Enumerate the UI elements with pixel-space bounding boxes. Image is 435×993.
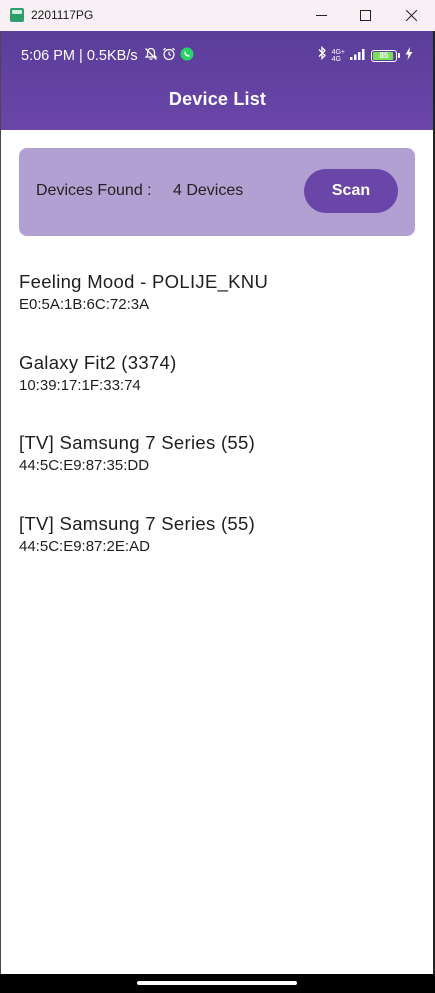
device-mac-address: 10:39:17:1F:33:74 — [19, 376, 141, 394]
app-icon — [10, 8, 24, 22]
status-bar-left: 5:06 PM | 0.5KB/s — [21, 47, 194, 65]
device-mac-address: E0:5A:1B:6C:72:3A — [19, 296, 150, 313]
device-list: Feeling Mood - POLIJE_KNU E0:5A:1B:6C:72… — [19, 270, 419, 592]
device-list-item[interactable]: [TV] Samsung 7 Series (55) 44:5C:E9:87:3… — [19, 431, 419, 512]
devices-found-count: 4 Devices — [173, 182, 244, 199]
device-name: Feeling Mood - POLIJE_KNU — [19, 271, 269, 292]
battery-icon: 85 — [371, 49, 397, 62]
alarm-icon — [162, 47, 176, 65]
device-list-item[interactable]: Feeling Mood - POLIJE_KNU E0:5A:1B:6C:72… — [19, 270, 419, 351]
battery-nub — [398, 53, 400, 58]
close-icon[interactable] — [388, 0, 434, 31]
window-frame-left — [0, 31, 1, 993]
device-list-item[interactable]: [TV] Samsung 7 Series (55) 44:5C:E9:87:2… — [19, 512, 419, 593]
device-mac-address: 44:5C:E9:87:35:DD — [19, 457, 150, 474]
page-title: Device List — [168, 89, 267, 109]
device-name: [TV] Samsung 7 Series (55) — [19, 432, 256, 453]
signal-icon — [350, 47, 366, 65]
maximize-icon[interactable] — [342, 0, 388, 31]
device-mac-address: 44:5C:E9:87:2E:AD — [19, 537, 150, 555]
battery-level: 85 — [379, 51, 389, 60]
muted-bell-icon — [144, 47, 158, 65]
window-title: 2201117PG — [31, 8, 94, 22]
scan-button[interactable]: Scan — [304, 169, 398, 213]
minimize-icon[interactable] — [298, 0, 344, 31]
device-name: [TV] Samsung 7 Series (55) — [19, 512, 256, 534]
device-list-item[interactable]: Galaxy Fit2 (3374) 10:39:17:1F:33:74 — [19, 351, 419, 432]
home-gesture-handle[interactable] — [137, 981, 297, 985]
bluetooth-icon — [317, 45, 327, 65]
device-name: Galaxy Fit2 (3374) — [19, 351, 177, 373]
whatsapp-icon — [180, 47, 194, 65]
status-time-speed: 5:06 PM | 0.5KB/s — [21, 48, 138, 64]
navigation-bar — [0, 974, 435, 993]
devices-found-label: Devices Found : — [36, 182, 152, 199]
window-titlebar: 2201117PG — [0, 0, 435, 31]
network-type: 4G+ 4G — [331, 48, 345, 63]
status-bar-right: 4G+ 4G 85 — [317, 45, 413, 65]
app-header: 5:06 PM | 0.5KB/s 4G+ 4G 85 Device List — [0, 31, 435, 130]
devices-found-card: Devices Found : 4 Devices Scan — [19, 148, 415, 236]
charging-icon — [405, 46, 413, 65]
